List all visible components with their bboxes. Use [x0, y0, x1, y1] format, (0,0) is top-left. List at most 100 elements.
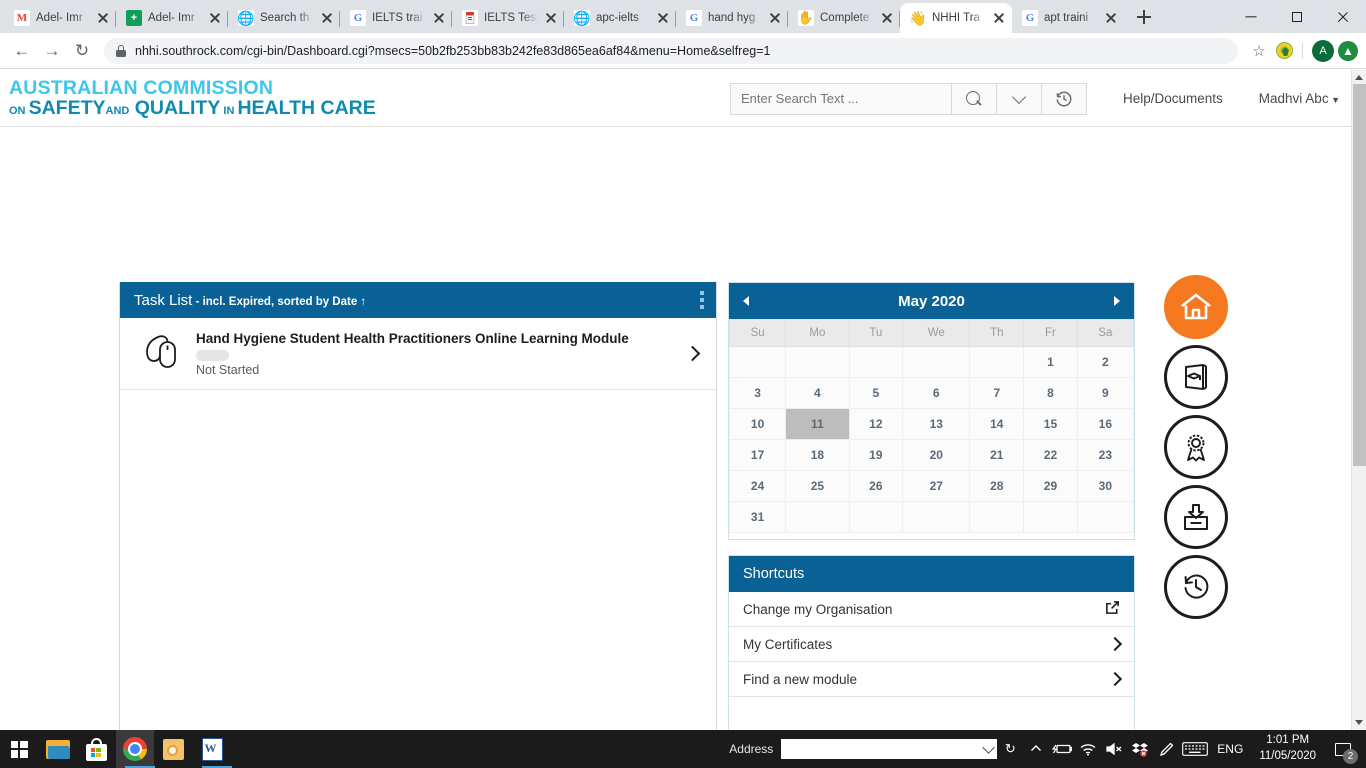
- scrollbar-thumb[interactable]: [1353, 84, 1366, 466]
- rail-certificate-button[interactable]: [1164, 415, 1228, 479]
- browser-tab-0[interactable]: M Adel- Imr: [4, 3, 116, 33]
- minimize-button[interactable]: [1228, 0, 1274, 33]
- volume-muted-icon[interactable]: [1101, 730, 1127, 768]
- calendar-day[interactable]: [969, 501, 1025, 533]
- browser-tab-7[interactable]: ✋ Complete: [788, 3, 900, 33]
- calendar-day[interactable]: 15: [1023, 408, 1078, 440]
- browser-tab-8-active[interactable]: 👋 NHHI Tra: [900, 3, 1012, 33]
- calendar-day[interactable]: [848, 346, 904, 378]
- pen-icon[interactable]: [1153, 730, 1179, 768]
- calendar-day[interactable]: [902, 501, 971, 533]
- tab-close-icon[interactable]: [1104, 11, 1118, 25]
- calendar-day[interactable]: 17: [728, 439, 787, 471]
- calendar-day[interactable]: 10: [728, 408, 787, 440]
- chevron-down-icon[interactable]: [982, 740, 996, 754]
- chevron-right-icon[interactable]: [684, 345, 701, 362]
- calendar-day[interactable]: 8: [1023, 377, 1078, 409]
- tab-close-icon[interactable]: [432, 11, 446, 25]
- calendar-prev-button[interactable]: [743, 296, 749, 306]
- browser-tab-5[interactable]: 🌐 apc-ielts: [564, 3, 676, 33]
- tab-close-icon[interactable]: [768, 11, 782, 25]
- maximize-button[interactable]: [1274, 0, 1320, 33]
- notification-center-button[interactable]: 2: [1326, 730, 1360, 768]
- help-documents-link[interactable]: Help/Documents: [1123, 91, 1223, 106]
- dropbox-icon[interactable]: [1127, 730, 1153, 768]
- close-window-button[interactable]: [1320, 0, 1366, 33]
- user-menu[interactable]: Madhvi Abc ▼: [1259, 91, 1340, 106]
- calendar-day[interactable]: 22: [1023, 439, 1078, 471]
- back-icon[interactable]: ←: [8, 37, 36, 65]
- address-bar[interactable]: nhhi.southrock.com/cgi-bin/Dashboard.cgi…: [104, 37, 1238, 64]
- calendar-day[interactable]: 24: [728, 470, 787, 502]
- shortcut-find-new-module[interactable]: Find a new module: [729, 662, 1134, 697]
- calendar-day[interactable]: [1023, 501, 1078, 533]
- battery-icon[interactable]: [1049, 730, 1075, 768]
- calendar-day[interactable]: [785, 501, 850, 533]
- calendar-day[interactable]: [785, 346, 850, 378]
- task-list-menu-icon[interactable]: [700, 291, 704, 309]
- calendar-day[interactable]: [848, 501, 904, 533]
- page-scrollbar[interactable]: [1351, 70, 1366, 730]
- search-input[interactable]: [729, 82, 952, 115]
- wifi-icon[interactable]: [1075, 730, 1101, 768]
- clock[interactable]: 1:01 PM 11/05/2020: [1249, 733, 1326, 764]
- calendar-day[interactable]: 31: [728, 501, 787, 533]
- forward-icon[interactable]: →: [38, 37, 66, 65]
- calendar-day[interactable]: 30: [1076, 470, 1135, 502]
- browser-tab-4[interactable]: IELTS Test: [452, 3, 564, 33]
- calendar-next-button[interactable]: [1114, 296, 1120, 306]
- calendar-day[interactable]: 23: [1076, 439, 1135, 471]
- update-icon[interactable]: ▲: [1338, 40, 1358, 61]
- calendar-day[interactable]: 29: [1023, 470, 1078, 502]
- calendar-day[interactable]: 9: [1076, 377, 1135, 409]
- calendar-day[interactable]: 5: [848, 377, 904, 409]
- reload-icon[interactable]: ↻: [68, 37, 96, 65]
- start-button[interactable]: [0, 730, 39, 768]
- calendar-day[interactable]: 20: [902, 439, 971, 471]
- tab-close-icon[interactable]: [320, 11, 334, 25]
- tab-close-icon[interactable]: [96, 11, 110, 25]
- scroll-down-arrow-icon[interactable]: [1355, 720, 1363, 725]
- calendar-day[interactable]: 4: [785, 377, 850, 409]
- extension-icon[interactable]: [1276, 42, 1293, 59]
- language-indicator[interactable]: ENG: [1211, 730, 1249, 768]
- browser-tab-3[interactable]: G IELTS trai: [340, 3, 452, 33]
- calendar-day[interactable]: 3: [728, 377, 787, 409]
- calendar-day[interactable]: 13: [902, 408, 971, 440]
- browser-tab-2[interactable]: 🌐 Search th: [228, 3, 340, 33]
- calendar-day[interactable]: [969, 346, 1025, 378]
- address-toolbar-input[interactable]: [781, 739, 998, 759]
- new-tab-button[interactable]: [1130, 3, 1158, 31]
- browser-tab-9[interactable]: G apt traini: [1012, 3, 1124, 33]
- chrome-taskbar-button[interactable]: [115, 730, 155, 768]
- shortcut-my-certificates[interactable]: My Certificates: [729, 627, 1134, 662]
- rail-history-button[interactable]: [1164, 555, 1228, 619]
- calendar-day[interactable]: 16: [1076, 408, 1135, 440]
- calendar-day[interactable]: [1076, 501, 1135, 533]
- tab-close-icon[interactable]: [992, 11, 1006, 25]
- calendar-day[interactable]: 25: [785, 470, 850, 502]
- calendar-day[interactable]: 2: [1076, 346, 1135, 378]
- rail-inbox-button[interactable]: [1164, 485, 1228, 549]
- calendar-day[interactable]: 21: [969, 439, 1025, 471]
- word-taskbar-button[interactable]: W: [193, 730, 232, 768]
- calendar-day[interactable]: 7: [969, 377, 1025, 409]
- shortcut-change-organisation[interactable]: Change my Organisation: [729, 592, 1134, 627]
- calendar-day[interactable]: 18: [785, 439, 850, 471]
- calendar-day[interactable]: [728, 346, 787, 378]
- tab-close-icon[interactable]: [656, 11, 670, 25]
- file-explorer-button[interactable]: [39, 730, 78, 768]
- calendar-day[interactable]: 14: [969, 408, 1025, 440]
- calendar-day[interactable]: [902, 346, 971, 378]
- address-refresh-icon[interactable]: ↻: [997, 730, 1023, 768]
- tab-close-icon[interactable]: [544, 11, 558, 25]
- search-options-button[interactable]: [996, 82, 1042, 115]
- search-button[interactable]: [951, 82, 997, 115]
- calendar-day[interactable]: 26: [848, 470, 904, 502]
- profile-avatar[interactable]: A: [1312, 39, 1334, 62]
- rail-home-button[interactable]: [1164, 275, 1228, 339]
- tab-close-icon[interactable]: [208, 11, 222, 25]
- calendar-day[interactable]: 12: [848, 408, 904, 440]
- calendar-day[interactable]: 19: [848, 439, 904, 471]
- bookmark-star-icon[interactable]: ☆: [1246, 42, 1272, 60]
